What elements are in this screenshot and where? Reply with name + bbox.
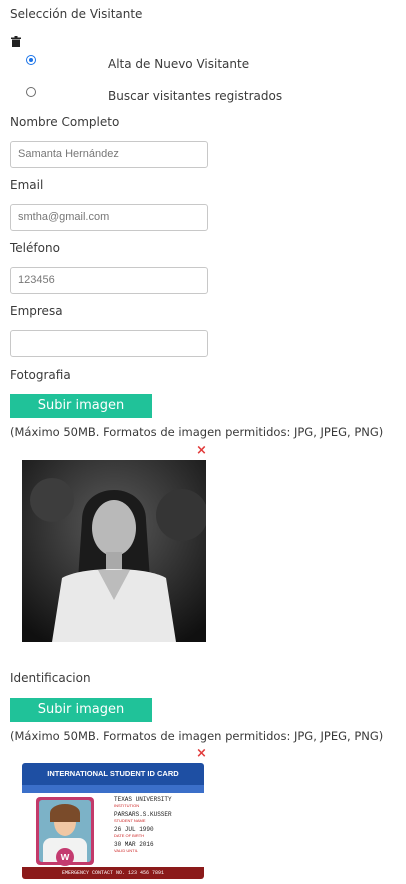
- company-input[interactable]: [10, 330, 208, 357]
- email-label: Email: [10, 178, 44, 192]
- radio-search-visitor[interactable]: [26, 87, 36, 97]
- name-input[interactable]: Samanta Hernández: [10, 141, 208, 168]
- trash-icon[interactable]: [11, 36, 21, 47]
- id-card-name-caption: STUDENT NAME: [114, 818, 146, 823]
- photo-upload-button[interactable]: Subir imagen: [10, 394, 152, 418]
- photo-upload-note: (Máximo 50MB. Formatos de imagen permiti…: [10, 425, 384, 439]
- id-card-footer: EMERGENCY CONTACT NO. 123 456 7891: [61, 870, 165, 876]
- phone-label: Teléfono: [10, 241, 60, 255]
- id-card-header: INTERNATIONAL STUDENT ID CARD: [47, 769, 179, 778]
- id-card-valid: 30 MAR 2016: [114, 841, 154, 848]
- name-label: Nombre Completo: [10, 115, 120, 129]
- id-card-valid-caption: VALID UNTIL: [114, 848, 138, 853]
- id-upload-note: (Máximo 50MB. Formatos de imagen permiti…: [10, 729, 384, 743]
- id-upload-button[interactable]: Subir imagen: [10, 698, 152, 722]
- id-label: Identificacion: [10, 671, 91, 685]
- photo-label: Fotografia: [10, 368, 71, 382]
- email-input[interactable]: smtha@gmail.com: [10, 204, 208, 231]
- id-card-dob: 26 JUL 1990: [114, 826, 154, 833]
- id-card-institution-caption: INSTITUTION: [114, 803, 140, 808]
- id-card-institution: TEXAS UNIVERSITY: [114, 796, 172, 803]
- photo-remove-icon[interactable]: ×: [196, 444, 207, 457]
- id-card-dob-caption: DATE OF BIRTH: [114, 833, 145, 838]
- radio-new-visitor-label[interactable]: Alta de Nuevo Visitante: [108, 57, 249, 71]
- visitor-selection-title: Selección de Visitante: [10, 7, 143, 21]
- id-remove-icon[interactable]: ×: [196, 747, 207, 760]
- company-label: Empresa: [10, 304, 63, 318]
- id-card-image: INTERNATIONAL STUDENT ID CARD w TEXAS UN…: [22, 763, 204, 879]
- id-card-student-name: PARSARS.S.KUSSER: [114, 811, 172, 818]
- radio-new-visitor[interactable]: [26, 55, 36, 65]
- visitor-photo: [22, 460, 206, 642]
- phone-input[interactable]: 123456: [10, 267, 208, 294]
- radio-search-visitor-label[interactable]: Buscar visitantes registrados: [108, 89, 282, 103]
